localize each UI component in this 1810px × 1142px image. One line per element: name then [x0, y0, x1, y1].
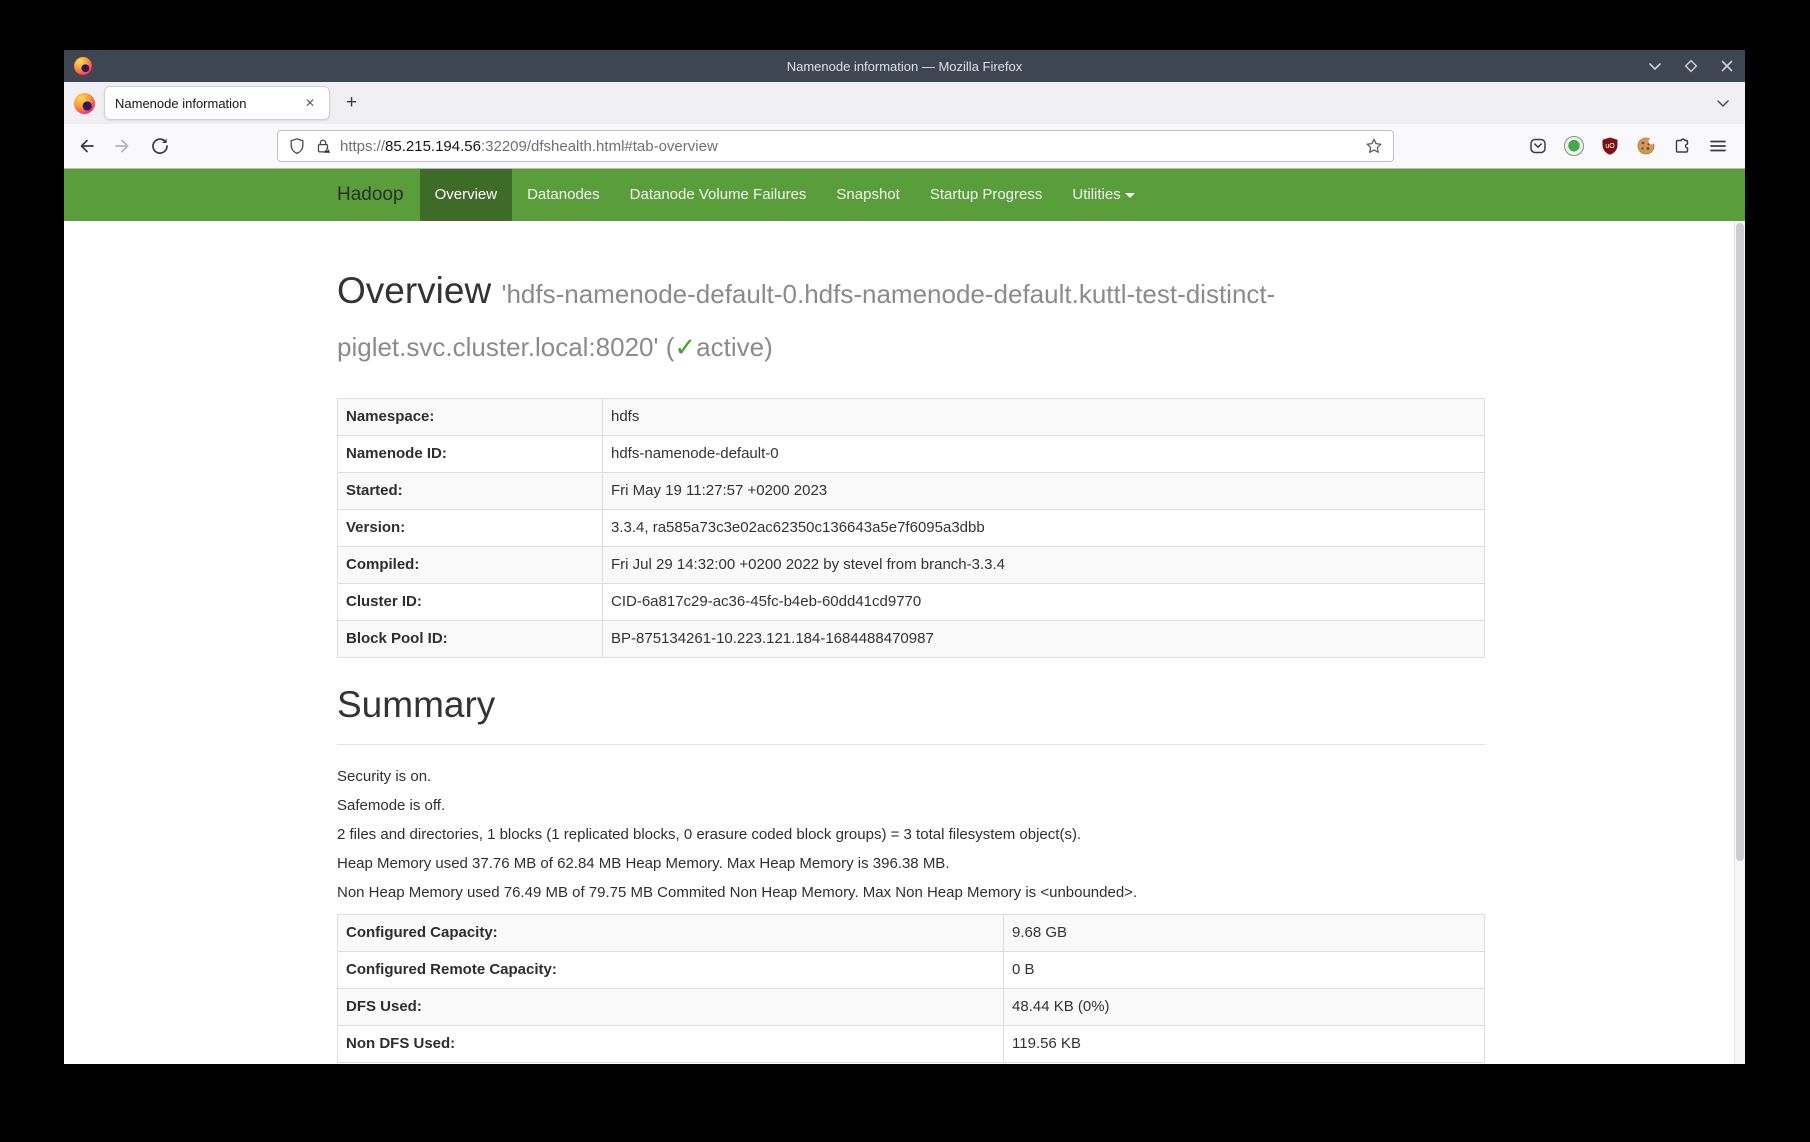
info-value: Fri Jul 29 14:32:00 +0200 2022 by stevel…: [603, 547, 1485, 584]
navigation-toolbar: https://85.215.194.56:32209/dfshealth.ht…: [64, 124, 1745, 169]
tab-namenode-information[interactable]: Namenode information ✕: [104, 86, 330, 120]
summary-divider: [337, 744, 1485, 745]
firefox-logo-icon: [74, 57, 92, 75]
info-label: Block Pool ID:: [338, 621, 603, 658]
table-row: Block Pool ID:BP-875134261-10.223.121.18…: [338, 621, 1485, 658]
capacity-label: Non DFS Used:: [338, 1026, 1004, 1063]
lock-warning-icon[interactable]: [314, 137, 332, 155]
url-host: 85.215.194.56: [385, 138, 481, 155]
info-value: 3.3.4, ra585a73c3e02ac62350c136643a5e7f6…: [603, 510, 1485, 547]
svg-text:uO: uO: [1605, 143, 1615, 150]
tab-title: Namenode information: [115, 96, 301, 111]
maximize-button[interactable]: [1683, 58, 1699, 74]
nav-tab-overview[interactable]: Overview: [420, 169, 513, 221]
tab-strip: Namenode information ✕ +: [64, 82, 1745, 124]
summary-line: Heap Memory used 37.76 MB of 62.84 MB He…: [337, 856, 1485, 872]
nav-tab-datanodes[interactable]: Datanodes: [512, 169, 615, 221]
chevron-down-icon: [1125, 193, 1135, 198]
shield-icon[interactable]: [288, 137, 306, 155]
info-label: Started:: [338, 473, 603, 510]
tab-close-icon[interactable]: ✕: [301, 94, 319, 112]
hadoop-navbar: Hadoop Overview Datanodes Datanode Volum…: [64, 169, 1745, 221]
cookie-icon[interactable]: [1635, 136, 1656, 157]
list-all-tabs-button[interactable]: [1715, 82, 1731, 124]
table-row: Cluster ID:CID-6a817c29-ac36-45fc-b4eb-6…: [338, 584, 1485, 621]
ublock-origin-icon[interactable]: uO: [1599, 136, 1620, 157]
info-label: Cluster ID:: [338, 584, 603, 621]
back-button[interactable]: [76, 136, 96, 156]
nav-tab-startup-progress[interactable]: Startup Progress: [915, 169, 1058, 221]
info-value: BP-875134261-10.223.121.184-168448847098…: [603, 621, 1485, 658]
titlebar: Namenode information — Mozilla Firefox: [64, 50, 1745, 82]
reload-button[interactable]: [150, 136, 170, 156]
table-row: Configured Remote Capacity:0 B: [338, 952, 1485, 989]
table-row: Namenode ID:hdfs-namenode-default-0: [338, 436, 1485, 473]
summary-line: Safemode is off.: [337, 798, 1485, 814]
namenode-info-table: Namespace:hdfs Namenode ID:hdfs-namenode…: [337, 398, 1485, 658]
capacity-value: 119.56 KB: [1004, 1026, 1485, 1063]
info-label: Namenode ID:: [338, 436, 603, 473]
capacity-value: 9.68 GB: [1004, 915, 1485, 952]
table-row: DFS Used:48.44 KB (0%): [338, 989, 1485, 1026]
url-bar[interactable]: https://85.215.194.56:32209/dfshealth.ht…: [277, 130, 1394, 162]
nav-tab-utilities[interactable]: Utilities: [1057, 169, 1149, 221]
menu-hamburger-icon[interactable]: [1707, 136, 1728, 157]
capacity-label: Configured Capacity:: [338, 915, 1004, 952]
summary-line: Security is on.: [337, 769, 1485, 785]
extensions-puzzle-icon[interactable]: [1671, 136, 1692, 157]
table-row: Compiled:Fri Jul 29 14:32:00 +0200 2022 …: [338, 547, 1485, 584]
capacity-table: Configured Capacity:9.68 GB Configured R…: [337, 914, 1485, 1063]
pocket-icon[interactable]: [1527, 136, 1548, 157]
summary-heading: Summary: [337, 684, 1485, 726]
forward-button[interactable]: [113, 136, 133, 156]
info-label: Namespace:: [338, 399, 603, 436]
page-scrollbar[interactable]: [1734, 221, 1745, 1064]
active-status-label: active: [696, 332, 764, 362]
extension-green-icon[interactable]: [1563, 136, 1584, 157]
page-content: Overview 'hdfs-namenode-default-0.hdfs-n…: [64, 221, 1745, 1064]
capacity-value: 0 B: [1004, 952, 1485, 989]
summary-line: 2 files and directories, 1 blocks (1 rep…: [337, 827, 1485, 843]
table-row: Started:Fri May 19 11:27:57 +0200 2023: [338, 473, 1485, 510]
table-row: Version:3.3.4, ra585a73c3e02ac62350c1366…: [338, 510, 1485, 547]
table-row: Configured Capacity:9.68 GB: [338, 915, 1485, 952]
url-path: :32209/dfshealth.html#tab-overview: [481, 138, 718, 155]
info-value: CID-6a817c29-ac36-45fc-b4eb-60dd41cd9770: [603, 584, 1485, 621]
navbar-brand-hadoop[interactable]: Hadoop: [337, 169, 420, 221]
info-value: Fri May 19 11:27:57 +0200 2023: [603, 473, 1485, 510]
firefox-icon: [74, 93, 95, 114]
bookmark-star-icon[interactable]: [1365, 137, 1383, 155]
minimize-button[interactable]: [1647, 58, 1663, 74]
summary-line: Non Heap Memory used 76.49 MB of 79.75 M…: [337, 885, 1485, 901]
nav-tab-datanode-volume-failures[interactable]: Datanode Volume Failures: [615, 169, 822, 221]
browser-window: Namenode information — Mozilla Firefox N…: [64, 50, 1745, 1064]
info-value: hdfs: [603, 399, 1485, 436]
window-title: Namenode information — Mozilla Firefox: [64, 59, 1745, 74]
info-label: Version:: [338, 510, 603, 547]
url-text: https://85.215.194.56:32209/dfshealth.ht…: [340, 138, 718, 155]
close-window-button[interactable]: [1719, 58, 1735, 74]
capacity-value: 48.44 KB (0%): [1004, 989, 1485, 1026]
table-row: Non DFS Used:119.56 KB: [338, 1026, 1485, 1063]
capacity-label: DFS Used:: [338, 989, 1004, 1026]
url-scheme: https://: [340, 138, 385, 155]
nav-tab-snapshot[interactable]: Snapshot: [821, 169, 914, 221]
info-value: hdfs-namenode-default-0: [603, 436, 1485, 473]
scrollbar-thumb[interactable]: [1736, 223, 1744, 861]
new-tab-button[interactable]: +: [336, 92, 367, 114]
table-row: Namespace:hdfs: [338, 399, 1485, 436]
active-check-icon: ✓: [674, 332, 696, 362]
capacity-label: Configured Remote Capacity:: [338, 952, 1004, 989]
page-title: Overview 'hdfs-namenode-default-0.hdfs-n…: [337, 265, 1485, 370]
info-label: Compiled:: [338, 547, 603, 584]
